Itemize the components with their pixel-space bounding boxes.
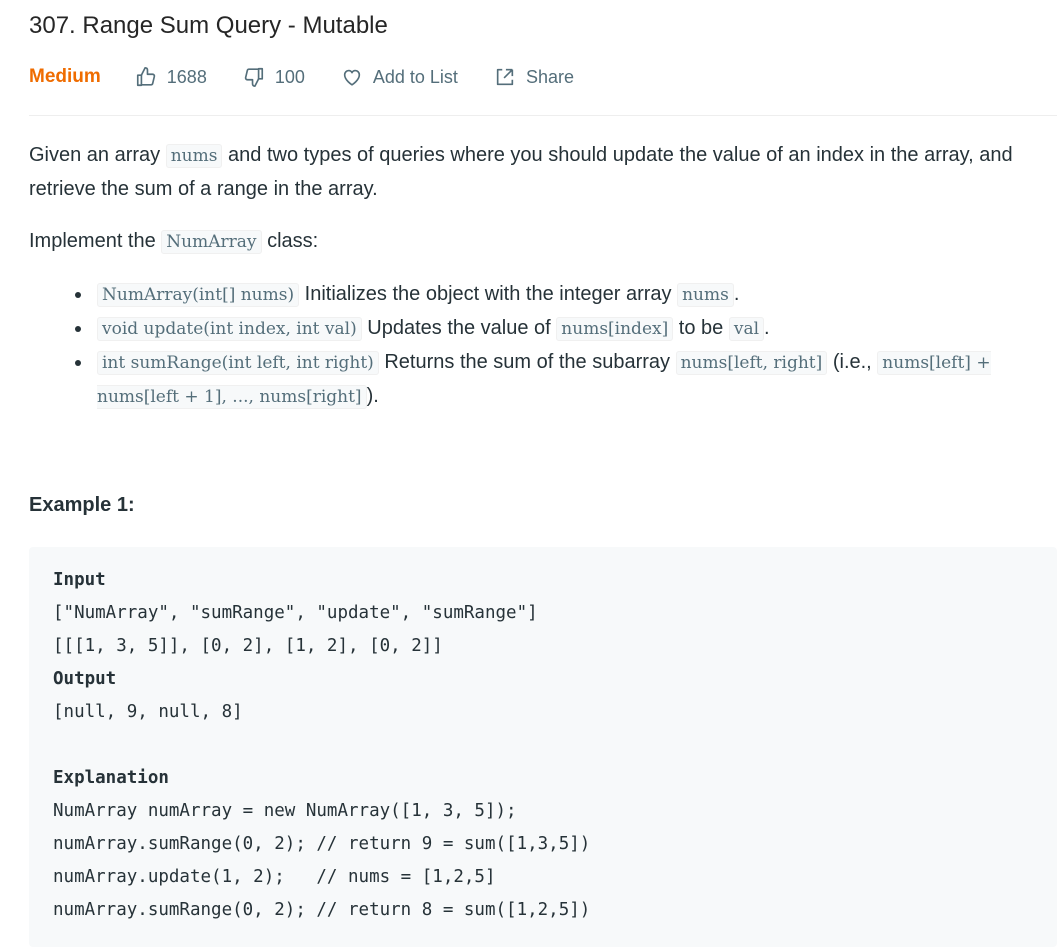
method-item-sumrange: int sumRange(int left, int right) Return… xyxy=(93,346,1029,414)
like-count: 1688 xyxy=(166,66,207,87)
description-paragraph-2: Implement the NumArray class: xyxy=(29,230,319,254)
example-code-block: Input ["NumArray", "sumRange", "update",… xyxy=(29,547,1057,947)
method-item-constructor: NumArray(int[] nums) Initializes the obj… xyxy=(93,278,1029,312)
input-line-1: ["NumArray", "sumRange", "update", "sumR… xyxy=(53,603,538,623)
method-list: NumArray(int[] nums) Initializes the obj… xyxy=(29,278,1029,414)
inline-code: NumArray(int[] nums) xyxy=(97,283,300,307)
thumbs-up-icon xyxy=(136,67,155,87)
share-button[interactable]: Share xyxy=(494,66,574,88)
inline-code: nums[left, right] xyxy=(675,351,828,375)
difficulty-label: Medium xyxy=(29,66,101,87)
thumbs-down-icon xyxy=(244,67,263,87)
explanation-line: numArray.update(1, 2); // nums = [1,2,5] xyxy=(53,867,496,887)
explanation-line: NumArray numArray = new NumArray([1, 3, … xyxy=(53,801,517,821)
method-item-update: void update(int index, int val) Updates … xyxy=(93,312,1029,346)
share-label: Share xyxy=(525,66,574,87)
inline-code: val xyxy=(728,317,765,341)
heart-icon xyxy=(343,69,361,86)
share-icon xyxy=(496,68,514,86)
explanation-line: numArray.sumRange(0, 2); // return 9 = s… xyxy=(53,834,591,854)
dislike-count: 100 xyxy=(274,66,305,87)
input-label: Input xyxy=(53,570,106,590)
inline-code: int sumRange(int left, int right) xyxy=(97,351,379,375)
problem-meta-bar: Medium 1688 100 Add to List Share xyxy=(29,62,610,92)
inline-code: nums xyxy=(165,144,223,168)
example-title: Example 1: xyxy=(29,494,135,516)
description-paragraph-1: Given an array nums and two types of que… xyxy=(29,144,1013,200)
inline-code: nums xyxy=(677,283,734,307)
dislike-button[interactable]: 100 xyxy=(243,66,305,88)
inline-code: nums[index] xyxy=(556,317,674,341)
output-label: Output xyxy=(53,669,117,689)
problem-title: 307. Range Sum Query - Mutable xyxy=(29,12,388,39)
add-to-list-button[interactable]: Add to List xyxy=(341,66,458,88)
add-to-list-label: Add to List xyxy=(372,66,458,87)
example-pre: Input ["NumArray", "sumRange", "update",… xyxy=(29,547,1057,944)
output-line: [null, 9, null, 8] xyxy=(53,702,243,722)
explanation-label: Explanation xyxy=(53,768,169,788)
explanation-line: numArray.sumRange(0, 2); // return 8 = s… xyxy=(53,900,591,920)
header-divider xyxy=(29,115,1057,116)
problem-description: Given an array nums and two types of que… xyxy=(29,139,1029,414)
input-line-2: [[[1, 3, 5]], [0, 2], [1, 2], [0, 2]] xyxy=(53,636,443,656)
inline-code: NumArray xyxy=(161,230,262,254)
like-button[interactable]: 1688 xyxy=(135,66,207,88)
inline-code: void update(int index, int val) xyxy=(97,317,362,341)
